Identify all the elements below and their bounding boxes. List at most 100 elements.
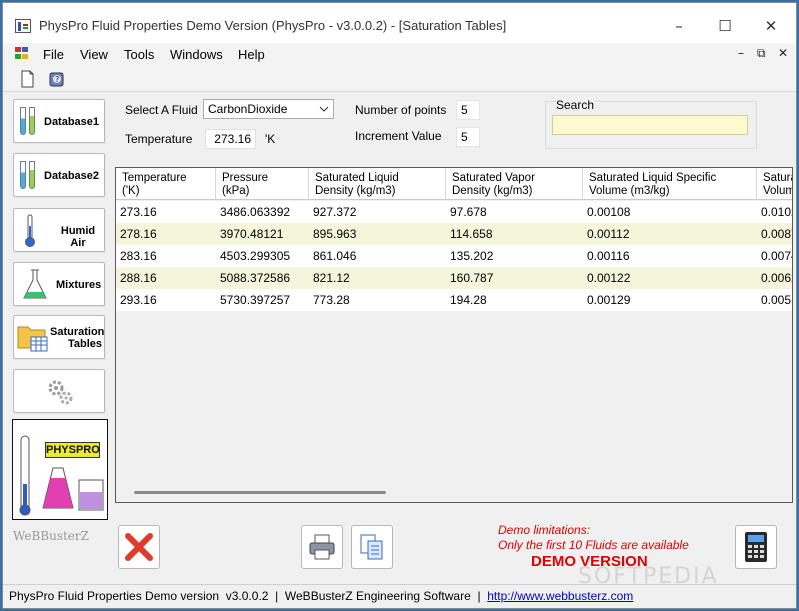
num-points-label: Number of points: [355, 103, 447, 117]
new-document-button[interactable]: [17, 69, 37, 89]
table-row[interactable]: 283.16 4503.299305 861.046 135.202 0.001…: [116, 245, 792, 267]
menu-help[interactable]: Help: [238, 47, 265, 62]
close-button[interactable]: ✕: [748, 11, 794, 41]
chevron-down-icon: [319, 106, 329, 112]
sidebar: Database1 Database2 Humid Air Mixtures S…: [3, 93, 111, 580]
table-cell: 3486.063392: [220, 205, 291, 219]
demo-limitations-line: Only the first 10 Fluids are available: [498, 538, 689, 552]
increment-label: Increment Value: [355, 129, 442, 143]
column-header-temperature[interactable]: Temperature ('K): [116, 168, 216, 200]
table-cell: 273.16: [120, 205, 157, 219]
table-cell: 0.0051: [761, 293, 792, 307]
table-cell: 895.963: [313, 227, 357, 241]
calculator-button[interactable]: [735, 525, 777, 569]
table-cell: 135.202: [450, 249, 494, 263]
menu-tools[interactable]: Tools: [124, 47, 154, 62]
table-cell: 0.0102: [761, 205, 792, 219]
svg-text:?: ?: [55, 75, 59, 84]
table-cell: 97.678: [450, 205, 487, 219]
table-cell: 0.0087: [761, 227, 792, 241]
demo-limitations-line: Demo limitations:: [498, 523, 591, 537]
column-header-liquid-density[interactable]: Saturated Liquid Density (kg/m3): [309, 168, 446, 200]
help-book-icon: ?: [49, 72, 64, 87]
table-row[interactable]: 278.16 3970.48121 895.963 114.658 0.0011…: [116, 223, 792, 245]
sidebar-item-database1[interactable]: Database1: [13, 99, 105, 143]
company-logo: WeBBusterZ: [13, 529, 89, 543]
lab-glassware-icon: [19, 435, 104, 516]
thermometer-icon: [25, 214, 35, 247]
table-cell: 861.046: [313, 249, 357, 263]
sidebar-item-settings[interactable]: [13, 369, 105, 413]
test-tube-icon: [29, 161, 35, 189]
table-cell: 0.0062: [761, 271, 792, 285]
search-input[interactable]: [552, 115, 748, 135]
table-cell: 3970.48121: [220, 227, 284, 241]
maximize-button[interactable]: ☐: [702, 11, 748, 41]
table-cell: 0.00108: [587, 205, 631, 219]
table-cell: 773.28: [313, 293, 350, 307]
horizontal-scrollbar[interactable]: [134, 491, 386, 494]
table-cell: 283.16: [120, 249, 157, 263]
gears-icon: [48, 380, 73, 405]
column-header-vapor-density[interactable]: Saturated Vapor Density (kg/m3): [446, 168, 583, 200]
demo-limitations-text: Demo limitations: Only the first 10 Flui…: [498, 523, 689, 553]
menu-bar: File View Tools Windows Help – ⧉ ✕: [3, 43, 796, 65]
table-row[interactable]: 288.16 5088.372586 821.12 160.787 0.0012…: [116, 267, 792, 289]
child-restore-button[interactable]: ⧉: [757, 46, 766, 61]
flask-icon: [23, 269, 47, 299]
menu-view[interactable]: View: [80, 47, 108, 62]
table-cell: 5730.397257: [220, 293, 291, 307]
table-cell: 194.28: [450, 293, 487, 307]
column-header-liquid-volume[interactable]: Saturated Liquid Specific Volume (m3/kg): [583, 168, 757, 200]
table-cell: 0.00116: [587, 249, 630, 263]
print-button[interactable]: [301, 525, 343, 569]
table-cell: 927.372: [313, 205, 357, 219]
folder-table-icon: [17, 326, 48, 352]
search-group: Search: [545, 98, 757, 149]
child-close-button[interactable]: ✕: [778, 46, 788, 60]
sidebar-item-database2[interactable]: Database2: [13, 153, 105, 197]
table-row[interactable]: 293.16 5730.397257 773.28 194.28 0.00129…: [116, 289, 792, 311]
table-cell: 4503.299305: [220, 249, 291, 263]
increment-input[interactable]: 5: [456, 127, 480, 147]
table-row[interactable]: 273.16 3486.063392 927.372 97.678 0.0010…: [116, 201, 792, 223]
red-x-icon: [125, 533, 153, 561]
table-cell: 0.00129: [587, 293, 631, 307]
fluid-select[interactable]: CarbonDioxide: [203, 99, 334, 119]
sidebar-item-label: Tables: [68, 338, 103, 350]
status-bar: PhysPro Fluid Properties Demo version v3…: [3, 584, 796, 608]
mdi-child-icon[interactable]: [15, 47, 31, 61]
table-cell: 293.16: [120, 293, 157, 307]
status-text: PhysPro Fluid Properties Demo version v3…: [9, 589, 488, 603]
temperature-unit: 'K: [265, 132, 276, 146]
fluid-select-value: CarbonDioxide: [208, 102, 288, 116]
clear-button[interactable]: [118, 525, 160, 569]
sidebar-item-mixtures[interactable]: Mixtures: [13, 262, 105, 306]
sidebar-item-label: Database2: [44, 170, 100, 182]
window-title: PhysPro Fluid Properties Demo Version (P…: [39, 18, 507, 33]
sidebar-item-humid-air[interactable]: Humid Air: [13, 208, 105, 252]
copy-button[interactable]: [351, 525, 393, 569]
website-link[interactable]: http://www.webbusterz.com: [487, 589, 633, 603]
sidebar-item-saturation-tables[interactable]: Saturation Tables: [13, 315, 105, 359]
toolbar: ?: [3, 65, 796, 92]
child-minimize-button[interactable]: –: [738, 46, 744, 60]
table-cell: 160.787: [450, 271, 494, 285]
minimize-button[interactable]: –: [656, 11, 702, 41]
help-button[interactable]: ?: [47, 69, 67, 89]
table-cell: 821.12: [313, 271, 350, 285]
search-label: Search: [554, 98, 597, 112]
menu-windows[interactable]: Windows: [170, 47, 223, 62]
menu-file[interactable]: File: [43, 47, 64, 62]
column-header-pressure[interactable]: Pressure (kPa): [216, 168, 309, 200]
sidebar-item-label: Mixtures: [56, 279, 102, 291]
test-tube-icon: [29, 107, 35, 135]
test-tube-icon: [20, 107, 26, 135]
column-header-vapor-volume[interactable]: SaturatVolum: [757, 168, 792, 200]
saturation-table: Temperature ('K) Pressure (kPa) Saturated …: [115, 167, 793, 503]
temperature-input[interactable]: 273.16: [205, 129, 256, 149]
num-points-input[interactable]: 5: [456, 100, 480, 120]
copy-icon: [360, 534, 383, 560]
new-document-icon: [21, 70, 34, 88]
printer-icon: [309, 534, 335, 560]
